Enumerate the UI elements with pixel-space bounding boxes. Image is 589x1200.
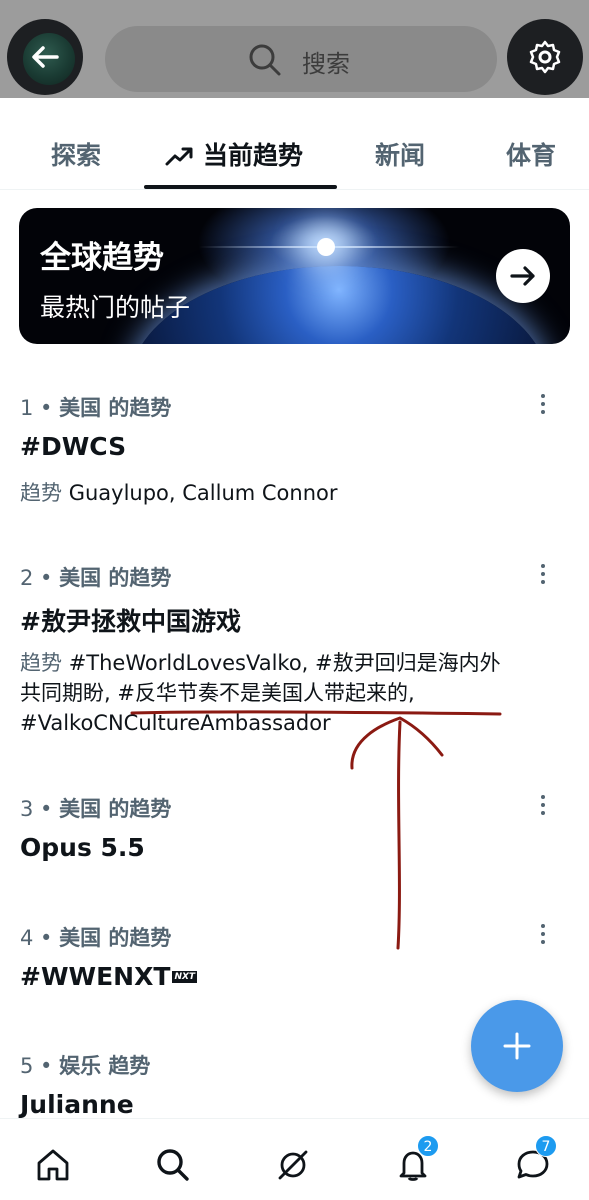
nxt-logo-icon: NXT [172,971,198,983]
earth-image [129,266,549,344]
tab-sports[interactable]: 体育 [506,136,556,172]
compose-button[interactable] [471,1000,563,1092]
back-button[interactable] [7,19,83,95]
tab-indicator [144,185,337,189]
more-icon[interactable] [536,562,550,588]
messages-badge: 7 [535,1135,557,1157]
nav-notifications[interactable]: 2 [393,1135,439,1185]
annotation-arrow-shaft [396,720,402,950]
trend-meta: 3 • 美国 的趋势 [20,797,172,821]
trend-meta: 1 • 美国 的趋势 [20,396,172,420]
trend-meta: 4 • 美国 的趋势 [20,926,172,950]
nav-grok[interactable] [273,1145,313,1185]
more-icon[interactable] [536,793,550,819]
trending-icon [165,147,193,166]
banner-subtitle: 最热门的帖子 [40,293,191,322]
tab-trending-label: 当前趋势 [203,141,304,170]
nav-search[interactable] [153,1145,193,1185]
banner-title: 全球趋势 [40,240,164,276]
bottom-nav: 2 7 [0,1118,589,1200]
tab-trending[interactable]: 当前趋势 [165,136,303,172]
tab-explore[interactable]: 探索 [51,136,101,172]
trend-description: 趋势 Guaylupo, Callum Connor [20,481,338,505]
notifications-badge: 2 [417,1135,439,1157]
tab-news[interactable]: 新闻 [375,136,425,172]
trend-meta: 5 • 娱乐 趋势 [20,1054,151,1078]
sun-flare [317,238,335,256]
settings-button[interactable] [507,19,583,95]
more-icon[interactable] [536,392,550,418]
search-input[interactable]: 搜索 [105,26,497,92]
search-placeholder: 搜索 [302,50,350,78]
tab-bar: 探索 当前趋势 新闻 体育 [0,98,589,190]
nav-messages[interactable]: 7 [513,1135,557,1185]
back-arrow-icon [32,46,59,68]
trend-description: 趋势 #TheWorldLovesValko, #敖尹回归是海内外 共同期盼, … [20,651,501,735]
search-icon [157,1149,189,1181]
trend-title: Opus 5.5 [20,833,145,862]
plus-icon [503,1032,531,1060]
arrow-right-icon [510,266,535,286]
home-icon [37,1149,69,1181]
trend-title: #敖尹拯救中国游戏 [20,607,241,636]
nav-home[interactable] [33,1145,73,1185]
search-icon [249,44,281,76]
global-trends-banner[interactable]: 全球趋势 最热门的帖子 [19,208,570,344]
more-icon[interactable] [536,922,550,948]
top-bar: 搜索 [0,0,589,98]
trend-meta: 2 • 美国 的趋势 [20,566,172,590]
trend-title: #DWCS [20,432,127,461]
grok-icon [278,1150,308,1180]
trend-title: Julianne [20,1090,134,1119]
trend-title: #WWENXT NXT [20,962,198,991]
banner-arrow-button[interactable] [496,249,550,303]
gear-icon [529,40,561,74]
